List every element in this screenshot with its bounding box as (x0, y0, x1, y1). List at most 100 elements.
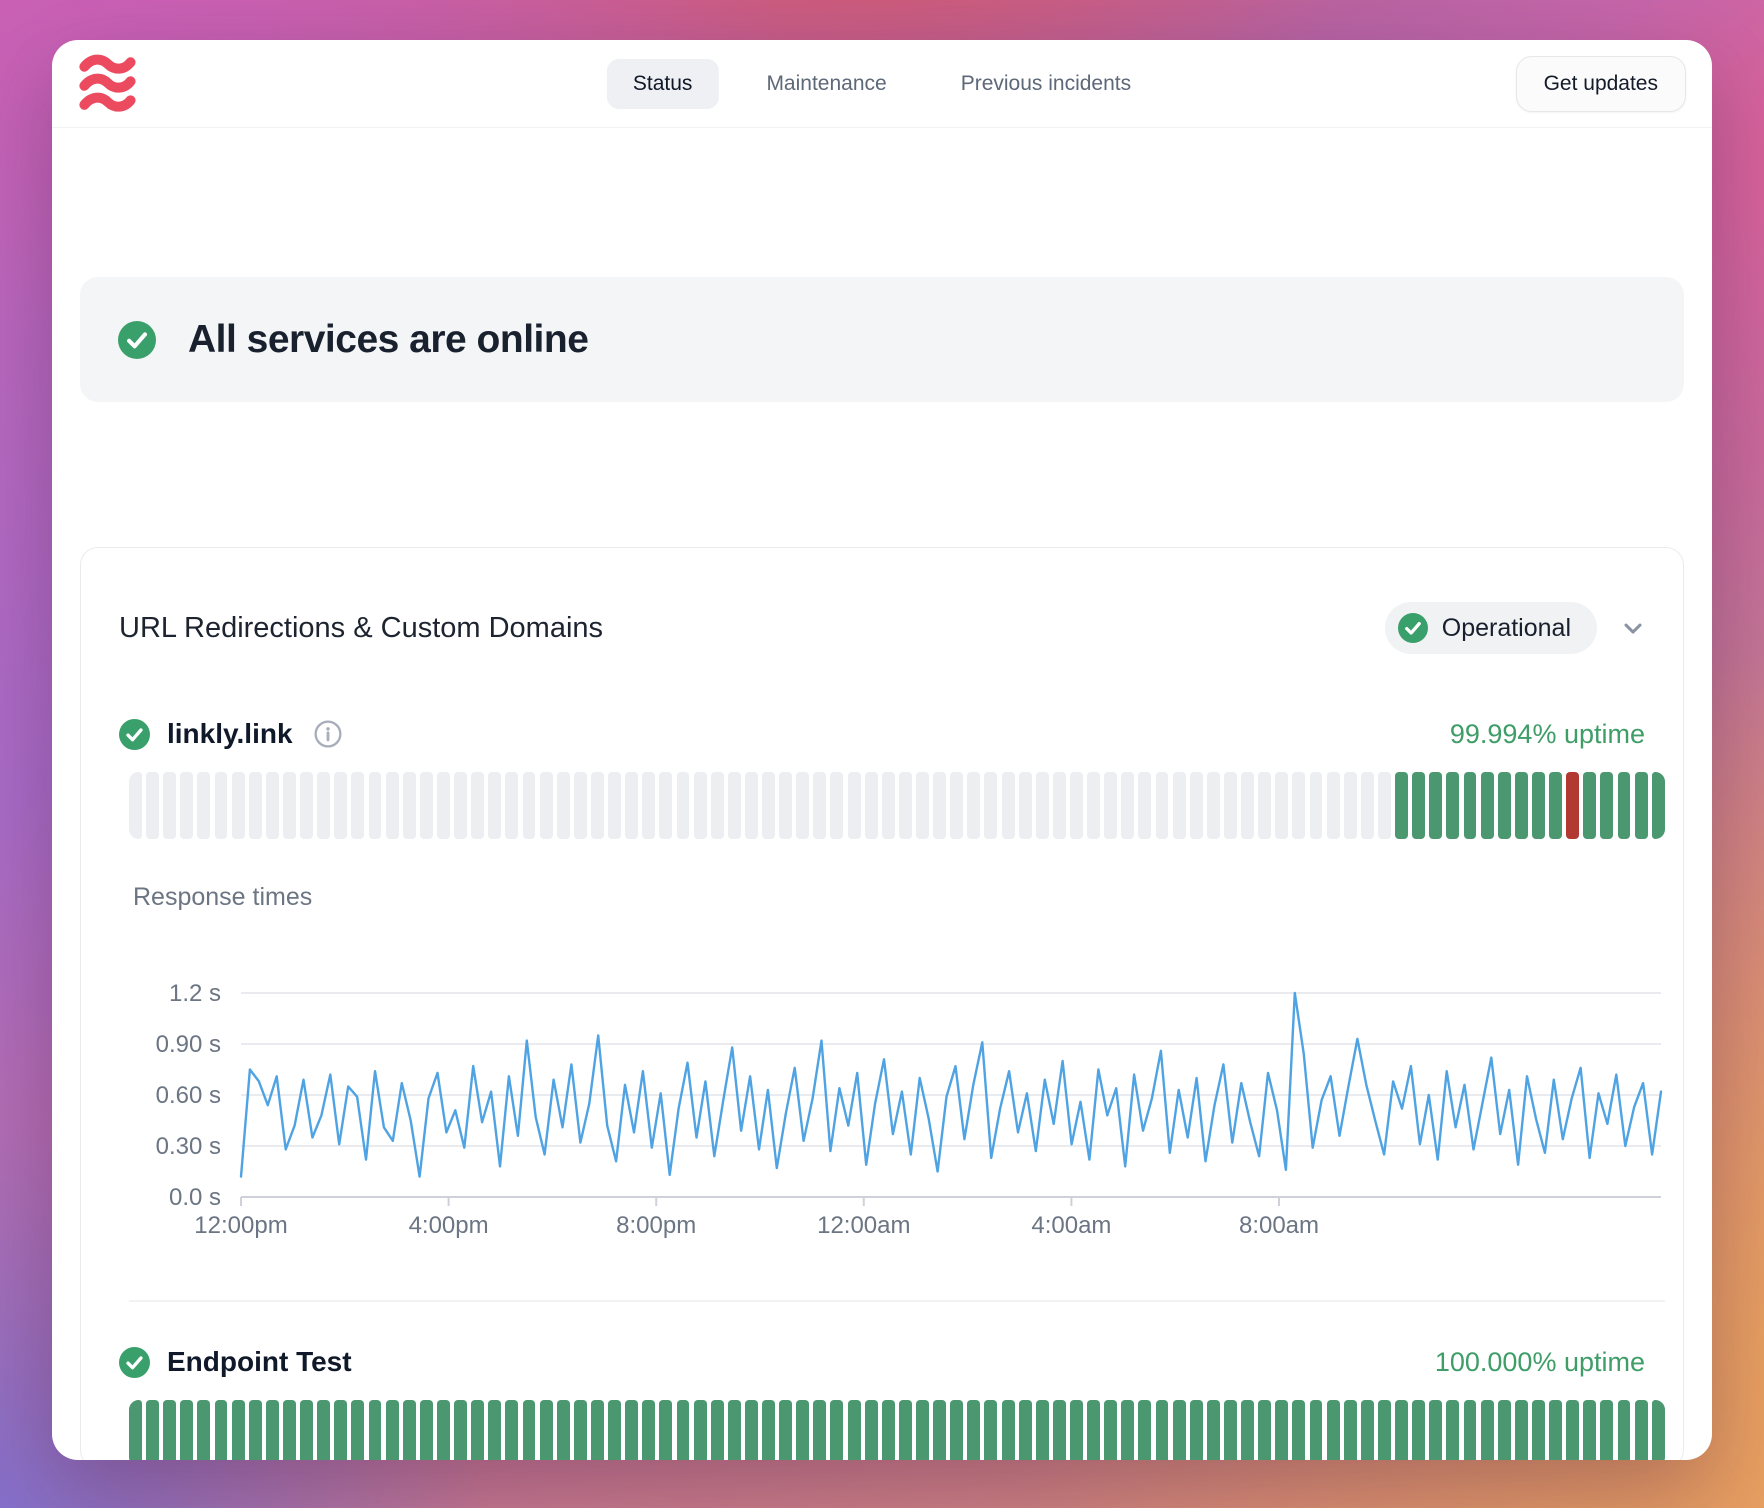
uptime-day-bar-green (1464, 772, 1477, 839)
uptime-day-bar-gray (1327, 772, 1340, 839)
uptime-day-bar-gray (505, 772, 518, 839)
uptime-day-bar-gray (146, 772, 159, 839)
uptime-day-bar-green (1600, 1400, 1613, 1460)
uptime-day-bar-green (505, 1400, 518, 1460)
uptime-day-bar-green (471, 1400, 484, 1460)
uptime-day-bar-green (1002, 1400, 1015, 1460)
uptime-day-bar-gray (1224, 772, 1237, 839)
uptime-day-bar-gray (1344, 772, 1357, 839)
uptime-day-bar-green (1036, 1400, 1049, 1460)
service-group-card: URL Redirections & Custom Domains Operat… (80, 547, 1684, 1460)
uptime-day-bar-gray (249, 772, 262, 839)
uptime-day-bar-green (745, 1400, 758, 1460)
uptime-day-bar-gray (916, 772, 929, 839)
uptime-day-bar-gray (1070, 772, 1083, 839)
uptime-day-bar-gray (1361, 772, 1374, 839)
uptime-day-bar-gray (129, 772, 142, 839)
svg-text:8:00pm: 8:00pm (616, 1212, 696, 1239)
uptime-day-bar-gray (1207, 772, 1220, 839)
uptime-day-bar-green (1361, 1400, 1374, 1460)
operational-status-badge[interactable]: Operational (1385, 602, 1597, 654)
uptime-day-bar-green (848, 1400, 861, 1460)
uptime-day-bar-gray (813, 772, 826, 839)
svg-text:0.60 s: 0.60 s (156, 1082, 221, 1109)
section-divider (129, 1300, 1665, 1302)
uptime-day-bar-gray (899, 772, 912, 839)
uptime-day-bar-green (300, 1400, 313, 1460)
uptime-day-bar-gray (779, 772, 792, 839)
uptime-day-bar-green (386, 1400, 399, 1460)
get-updates-button[interactable]: Get updates (1516, 56, 1686, 112)
uptime-day-bar-green (1087, 1400, 1100, 1460)
uptime-day-bar-green (1635, 1400, 1648, 1460)
uptime-day-bar-gray (1138, 772, 1151, 839)
uptime-day-bar-gray (1002, 772, 1015, 839)
svg-text:1.2 s: 1.2 s (169, 980, 221, 1007)
response-times-chart: 1.2 s0.90 s0.60 s0.30 s0.0 s12:00pm4:00p… (81, 913, 1683, 1243)
uptime-bar-track[interactable] (129, 1400, 1665, 1460)
uptime-day-bar-gray (437, 772, 450, 839)
uptime-day-bar-gray (1190, 772, 1203, 839)
uptime-day-bar-green (1652, 772, 1665, 839)
uptime-day-bar-green (796, 1400, 809, 1460)
chevron-down-icon[interactable] (1619, 614, 1647, 642)
uptime-day-bar-green (215, 1400, 228, 1460)
uptime-day-bar-green (1583, 772, 1596, 839)
uptime-day-bar-gray (745, 772, 758, 839)
svg-text:12:00am: 12:00am (817, 1212, 910, 1239)
uptime-day-bar-gray (677, 772, 690, 839)
uptime-day-bar-green (1395, 1400, 1408, 1460)
uptime-day-bar-green (1138, 1400, 1151, 1460)
uptime-day-bar-green (1224, 1400, 1237, 1460)
uptime-day-bar-gray (933, 772, 946, 839)
service-group-header: URL Redirections & Custom Domains Operat… (81, 548, 1683, 654)
uptime-day-bar-gray (1241, 772, 1254, 839)
uptime-day-bar-green (1395, 772, 1408, 839)
uptime-day-bar-green (317, 1400, 330, 1460)
response-times-label: Response times (133, 883, 1683, 913)
status-badge-label: Operational (1442, 614, 1571, 643)
uptime-day-bar-gray (1019, 772, 1032, 839)
uptime-day-bar-green (728, 1400, 741, 1460)
uptime-day-bar-gray (574, 772, 587, 839)
uptime-day-bar-green (1464, 1400, 1477, 1460)
uptime-day-bar-green (899, 1400, 912, 1460)
uptime-day-bar-gray (728, 772, 741, 839)
main-nav: Status Maintenance Previous incidents (607, 59, 1157, 109)
uptime-day-bar-green (1549, 772, 1562, 839)
uptime-day-bar-gray (386, 772, 399, 839)
uptime-day-bar-green (711, 1400, 724, 1460)
uptime-day-bar-green (1618, 1400, 1631, 1460)
uptime-day-bar-gray (865, 772, 878, 839)
uptime-day-bar-green (865, 1400, 878, 1460)
service-row-endpoint-test: Endpoint Test 100.000% uptime (119, 1346, 1645, 1378)
uptime-day-bar-gray (300, 772, 313, 839)
uptime-day-bar-gray (197, 772, 210, 839)
uptime-day-bar-gray (1292, 772, 1305, 839)
uptime-day-bar-gray (882, 772, 895, 839)
uptime-day-bar-green (574, 1400, 587, 1460)
uptime-day-bar-green (984, 1400, 997, 1460)
check-circle-icon (1398, 613, 1428, 643)
uptime-day-bar-gray (215, 772, 228, 839)
uptime-day-bar-gray (984, 772, 997, 839)
uptime-day-bar-gray (1378, 772, 1391, 839)
nav-tab-previous-incidents[interactable]: Previous incidents (935, 59, 1157, 109)
uptime-day-bar-green (334, 1400, 347, 1460)
nav-tab-status[interactable]: Status (607, 59, 719, 109)
header: Status Maintenance Previous incidents Get … (52, 40, 1712, 128)
uptime-bar-track[interactable] (129, 772, 1665, 839)
uptime-day-bar-gray (317, 772, 330, 839)
uptime-day-bar-green (1532, 772, 1545, 839)
nav-tab-maintenance[interactable]: Maintenance (740, 59, 912, 109)
overall-status-text: All services are online (188, 318, 588, 362)
uptime-day-bar-green (1327, 1400, 1340, 1460)
uptime-day-bar-green (454, 1400, 467, 1460)
uptime-day-bar-green (1481, 1400, 1494, 1460)
info-icon[interactable] (314, 720, 342, 748)
uptime-day-bar-green (694, 1400, 707, 1460)
uptime-day-bar-green (625, 1400, 638, 1460)
uptime-day-bar-gray (848, 772, 861, 839)
uptime-day-bar-gray (1121, 772, 1134, 839)
service-name: linkly.link (167, 718, 293, 750)
